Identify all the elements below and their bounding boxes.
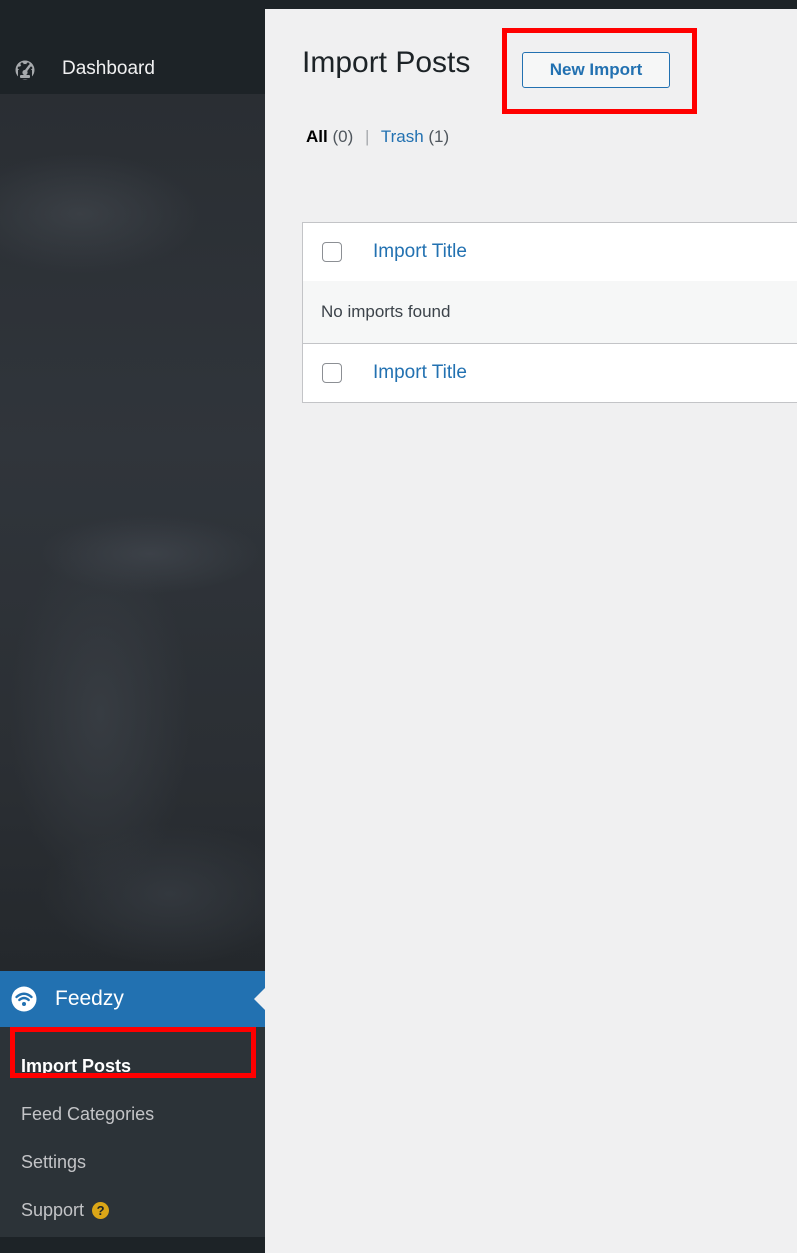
view-trash-count: (1) (428, 127, 450, 146)
select-all-checkbox[interactable] (322, 242, 342, 262)
sidebar-item-label: Dashboard (62, 58, 155, 79)
highlight-box-new-import (502, 28, 697, 114)
empty-table-message: No imports found (321, 302, 451, 321)
top-border (0, 0, 797, 9)
sidebar-item-feedzy[interactable]: Feedzy (0, 971, 265, 1027)
imports-table: Import Title No imports found Import Tit… (302, 222, 797, 403)
help-badge-icon: ? (92, 1202, 110, 1219)
table-footer-row: Import Title (303, 344, 797, 402)
current-menu-pointer (254, 988, 265, 1010)
table-row: No imports found (303, 281, 797, 344)
submenu-item-label: Settings (21, 1152, 87, 1172)
submenu-item-settings[interactable]: Settings (21, 1152, 86, 1173)
submenu-item-feed-categories[interactable]: Feed Categories (21, 1104, 154, 1125)
submenu-item-label: Feed Categories (21, 1104, 155, 1124)
sidebar-item-dashboard[interactable]: Dashboard (0, 49, 265, 89)
column-footer-import-title[interactable]: Import Title (373, 362, 467, 384)
wifi-icon (11, 986, 37, 1012)
submenu-item-support[interactable]: Support ? (21, 1200, 110, 1221)
view-all-link[interactable]: All (306, 127, 328, 146)
sidebar-item-label: Feedzy (55, 987, 124, 1010)
view-separator: | (364, 127, 370, 146)
view-trash-link[interactable]: Trash (381, 127, 424, 146)
column-header-import-title[interactable]: Import Title (373, 241, 467, 263)
dashboard-gauge-icon (15, 60, 35, 80)
blurred-menu-area (0, 94, 265, 974)
table-header-row: Import Title (303, 223, 797, 282)
submenu-item-label: Support (21, 1200, 85, 1220)
select-all-checkbox-footer[interactable] (322, 363, 342, 383)
view-all-count: (0) (332, 127, 354, 146)
highlight-box-import-posts (10, 1027, 256, 1078)
page-title: Import Posts (302, 46, 471, 79)
view-filters: All (0) | Trash (1) (306, 127, 449, 147)
